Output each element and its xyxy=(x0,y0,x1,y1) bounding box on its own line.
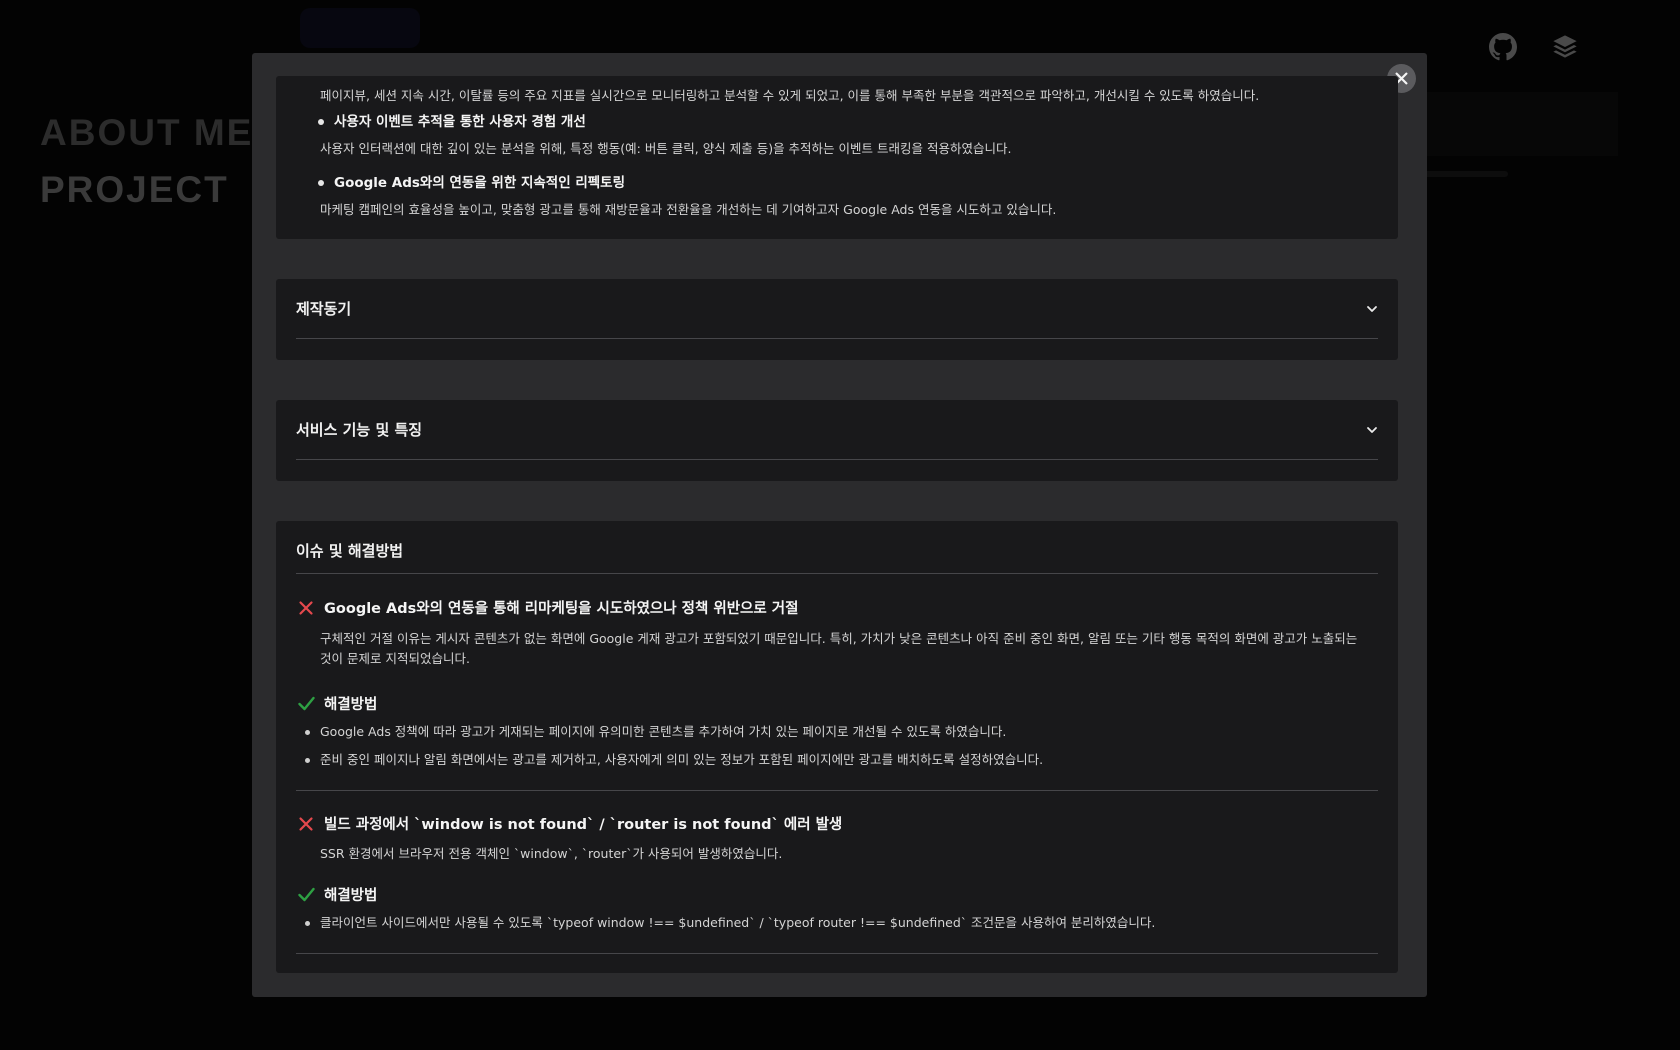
accordion-header[interactable]: 서비스 기능 및 특징 xyxy=(296,400,1378,460)
bullet-dot xyxy=(318,180,324,186)
x-mark-icon xyxy=(296,598,316,618)
nav-project[interactable]: PROJECT xyxy=(40,161,253,218)
intro-item-desc: 마케팅 캠페인의 효율성을 높이고, 맞춤형 광고를 통해 재방문율과 전환율을… xyxy=(320,202,1057,217)
solution-heading: 해결방법 xyxy=(296,693,1378,714)
accordion-motivation: 제작동기 xyxy=(276,279,1398,360)
issue-problem-desc: 구체적인 거절 이유는 게시자 콘텐츠가 없는 화면에 Google 게재 광고… xyxy=(320,631,1358,666)
results-panel: 페이지뷰, 세션 지속 시간, 이탈률 등의 주요 지표를 실시간으로 모니터링… xyxy=(276,76,1398,239)
accordion-title: 서비스 기능 및 특징 xyxy=(296,421,423,439)
bullet-dot xyxy=(305,729,310,735)
solution-item: Google Ads 정책에 따라 광고가 게재되는 페이지에 유의미한 콘텐츠… xyxy=(296,722,1378,742)
solution-item: 클라이언트 사이드에서만 사용될 수 있도록 `typeof window !=… xyxy=(296,913,1378,933)
x-mark-icon xyxy=(296,814,316,834)
background-element xyxy=(300,8,420,48)
bullet-dot xyxy=(305,920,310,926)
bullet-dot xyxy=(305,757,310,763)
intro-item-desc: 사용자 인터랙션에 대한 깊이 있는 분석을 위해, 특정 행동(예: 버튼 클… xyxy=(320,141,1012,156)
chevron-down-icon xyxy=(1366,424,1378,436)
issue-problem-desc: SSR 환경에서 브라우저 전용 객체인 `window`, `router`가… xyxy=(320,846,783,861)
intro-lead-desc: 페이지뷰, 세션 지속 시간, 이탈률 등의 주요 지표를 실시간으로 모니터링… xyxy=(320,88,1260,103)
accordion-features: 서비스 기능 및 특징 xyxy=(276,400,1398,481)
issues-panel: 이슈 및 해결방법 Google Ads와의 연동을 통해 리마케팅을 시도하였… xyxy=(276,521,1398,973)
check-icon xyxy=(296,885,316,905)
background-card xyxy=(1400,92,1618,156)
issues-title: 이슈 및 해결방법 xyxy=(296,521,1378,574)
issue-problem: 빌드 과정에서 `window is not found` / `router … xyxy=(296,813,1378,834)
intro-item-title: 사용자 이벤트 추적을 통한 사용자 경험 개선 xyxy=(318,112,1398,132)
intro-item-title: Google Ads와의 연동을 위한 지속적인 리펙토링 xyxy=(318,173,1398,193)
accordion-title: 제작동기 xyxy=(296,300,352,318)
issue-divider xyxy=(296,953,1378,954)
nav-about-me[interactable]: ABOUT ME xyxy=(40,104,253,161)
issue-problem: Google Ads와의 연동을 통해 리마케팅을 시도하였으나 정책 위반으로… xyxy=(296,597,1378,618)
github-icon[interactable] xyxy=(1488,32,1518,62)
chevron-down-icon xyxy=(1366,303,1378,315)
background-header-icons xyxy=(1488,32,1580,62)
accordion-header[interactable]: 제작동기 xyxy=(296,279,1378,339)
stack-icon[interactable] xyxy=(1550,32,1580,62)
solution-heading: 해결방법 xyxy=(296,884,1378,905)
solution-item: 준비 중인 페이지나 알림 화면에서는 광고를 제거하고, 사용자에게 의미 있… xyxy=(296,750,1378,770)
background-nav: ABOUT ME PROJECT xyxy=(40,104,253,218)
issue-divider xyxy=(296,790,1378,791)
check-icon xyxy=(296,694,316,714)
bullet-dot xyxy=(318,119,324,125)
